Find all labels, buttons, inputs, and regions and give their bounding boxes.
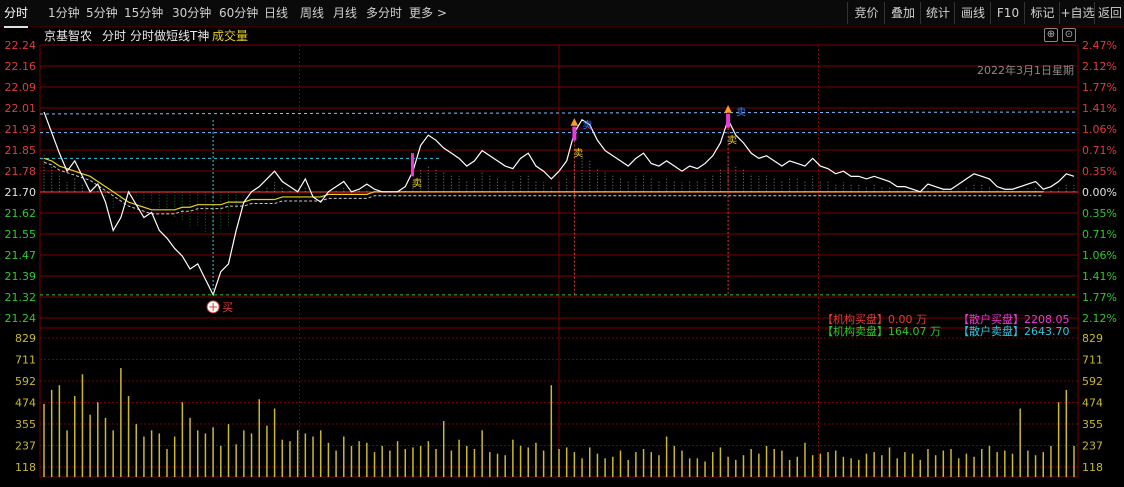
pct-tick-label: 1.06% [1082, 123, 1117, 136]
price-tick-label: 22.24 [5, 39, 37, 52]
sell-bar [572, 126, 577, 141]
volume-tick-label-right: 118 [1082, 461, 1103, 474]
pct-tick-label: 2.47% [1082, 39, 1117, 52]
price-tick-label: 21.85 [5, 144, 37, 157]
sell-caption: 卖 [573, 148, 583, 160]
legend-inst-sell: 【机构卖盘】164.07 万 [822, 324, 941, 338]
price-tick-label: 21.55 [5, 228, 37, 241]
volume-tick-label: 118 [15, 461, 36, 474]
legend-retail-buy: 【散户买盘】2208.05 [958, 312, 1070, 326]
price-tick-label: 21.32 [5, 291, 37, 304]
volume-tick-label: 592 [15, 375, 36, 388]
pct-tick-label: 0.35% [1082, 165, 1117, 178]
volume-tick-label: 829 [15, 332, 36, 345]
volume-tick-label: 474 [15, 397, 36, 410]
pct-tick-label: 0.71% [1082, 144, 1117, 157]
price-tick-label: 21.39 [5, 270, 37, 283]
price-tick-label: 21.47 [5, 249, 37, 262]
legend-inst-buy: 【机构买盘】0.00 万 [822, 312, 927, 326]
pink-spike [410, 153, 414, 177]
pct-tick-label: 2.12% [1082, 312, 1117, 325]
sell-arrow-icon: ▲ [571, 117, 579, 128]
price-tick-label: 22.01 [5, 102, 37, 115]
price-tick-label: 22.16 [5, 60, 37, 73]
pct-tick-label: 0.71% [1082, 228, 1117, 241]
volume-tick-label-right: 237 [1082, 440, 1103, 453]
price-tick-label: 21.93 [5, 123, 37, 136]
sell-marker-label: 卖 [582, 120, 592, 132]
price-tick-label: 21.78 [5, 165, 37, 178]
date-label: 2022年3月1日星期 [977, 63, 1074, 77]
price-tick-label: 21.70 [5, 186, 37, 199]
volume-tick-label-right: 711 [1082, 354, 1103, 367]
price-tick-label: 21.62 [5, 207, 37, 220]
buy-marker-label: 买 [222, 301, 233, 314]
price-tick-label: 22.09 [5, 81, 37, 94]
sell-caption: 卖 [727, 135, 737, 147]
volume-tick-label: 711 [15, 354, 36, 367]
volume-tick-label: 237 [15, 440, 36, 453]
volume-tick-label-right: 355 [1082, 418, 1103, 431]
pct-tick-label: 1.77% [1082, 291, 1117, 304]
volume-tick-label-right: 829 [1082, 332, 1103, 345]
pct-tick-label: 1.06% [1082, 249, 1117, 262]
sell-bar [726, 113, 731, 128]
intraday-chart[interactable]: 22.24 2.47% 22.16 2.12% 22.09 1.77% 22.01 1.41%… [0, 0, 1124, 487]
volume-tick-label-right: 592 [1082, 375, 1103, 388]
sell-arrow-icon: ▲ [724, 104, 732, 115]
spike-caption: 卖 [412, 177, 422, 189]
pct-tick-label: 1.41% [1082, 270, 1117, 283]
pct-tick-label: 0.35% [1082, 207, 1117, 220]
pct-tick-label: 0.00% [1082, 186, 1117, 199]
pct-tick-label: 1.41% [1082, 102, 1117, 115]
price-tick-label: 21.24 [5, 312, 37, 325]
buy-marker-plus: + [208, 300, 218, 314]
pct-tick-label: 2.12% [1082, 60, 1117, 73]
sell-marker-label: 卖 [736, 107, 746, 119]
pct-tick-label: 1.77% [1082, 81, 1117, 94]
volume-tick-label: 355 [15, 418, 36, 431]
volume-tick-label-right: 474 [1082, 397, 1103, 410]
legend-retail-sell: 【散户卖盘】2643.70 [958, 324, 1070, 338]
